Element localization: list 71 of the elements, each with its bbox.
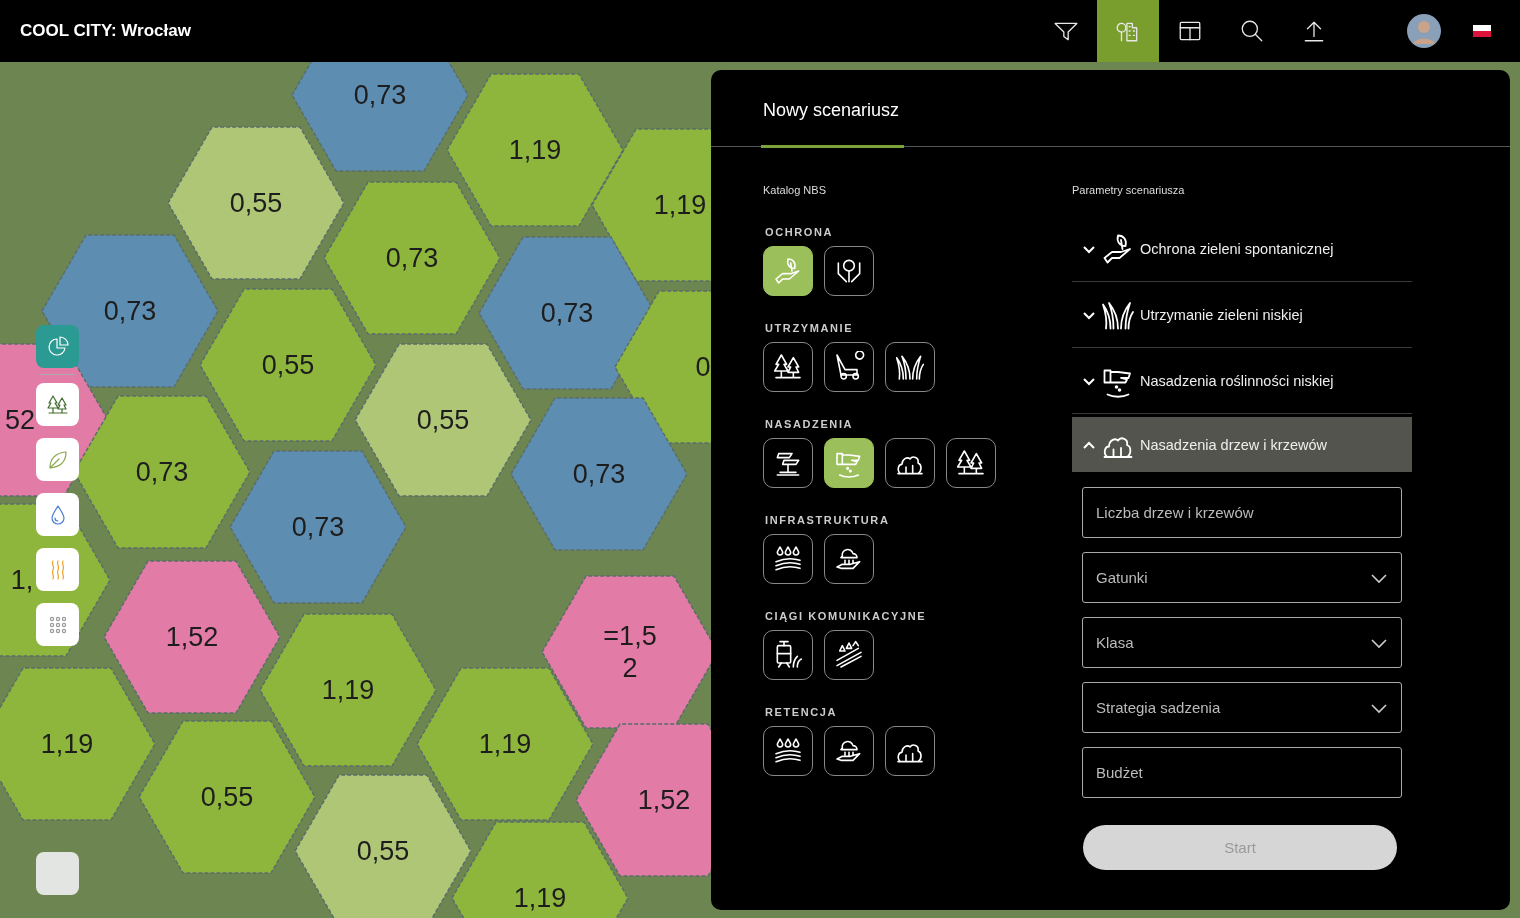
search-icon [1239, 18, 1265, 44]
dropdown-field[interactable]: Gatunki [1082, 552, 1402, 603]
hex-value: 0,73 [291, 510, 345, 544]
hex-value: 0,55 [200, 780, 254, 814]
user-avatar[interactable] [1407, 14, 1441, 48]
hex-value: 1,19 [653, 188, 707, 222]
layer-button[interactable] [36, 383, 79, 426]
layer-button[interactable] [36, 493, 79, 536]
app-title: COOL CITY: Wrocław [20, 21, 191, 41]
hex-value: 0,73 [103, 294, 157, 328]
hex-value: 0,73 [572, 457, 626, 491]
nbs-option-button[interactable] [763, 534, 813, 584]
hex-value: 1,52 [637, 783, 691, 817]
layer-button[interactable] [36, 438, 79, 481]
nbs-option-button[interactable] [885, 726, 935, 776]
scenario-tab[interactable]: Nowy scenariusz [761, 100, 904, 148]
hex-value: 0,73 [353, 78, 407, 112]
accordion-header[interactable]: Ochrona zieleni spontanicznej [1072, 216, 1412, 282]
nbs-option-button[interactable] [763, 342, 813, 392]
nbs-option-button[interactable] [763, 630, 813, 680]
nbs-option-button[interactable] [824, 438, 874, 488]
hex-value: =1,5 2 [603, 619, 657, 685]
dropdown-field[interactable]: Strategia sadzenia [1082, 682, 1402, 733]
nbs-option-button[interactable] [763, 246, 813, 296]
nbs-option-button[interactable] [763, 438, 813, 488]
nbs-option-button[interactable] [885, 438, 935, 488]
hex-value: 0,55 [356, 834, 410, 868]
hex-value: 0,55 [261, 348, 315, 382]
hex-value: 1,19 [321, 673, 375, 707]
accordion-header[interactable]: Utrzymanie zieleni niskiej [1072, 282, 1412, 348]
hex-value: 0,73 [135, 455, 189, 489]
category-heading: NASADZENIA [765, 418, 855, 430]
accordion-header[interactable]: Nasadzenia roślinności niskiej [1072, 348, 1412, 414]
nbs-option-button[interactable] [824, 726, 874, 776]
pie-chart-icon [45, 334, 70, 359]
layer-button[interactable] [36, 325, 79, 368]
hex-value: 1, [10, 563, 34, 597]
nbs-option-button[interactable] [946, 438, 996, 488]
category-heading: RETENCJA [765, 706, 839, 718]
category-heading: CIĄGI KOMUNIKACYJNE [765, 610, 928, 622]
catalog-title: Katalog NBS [763, 184, 827, 196]
flag-icon[interactable] [1473, 25, 1491, 37]
category-heading: UTRZYMANIE [765, 322, 855, 334]
hex-value: 1,19 [478, 727, 532, 761]
nbs-option-button[interactable] [824, 246, 874, 296]
nbs-option-button[interactable] [763, 726, 813, 776]
nbs-option-button[interactable] [824, 342, 874, 392]
category-heading: INFRASTRUKTURA [765, 514, 891, 526]
hex-value: 1,19 [40, 727, 94, 761]
basemap-thumbnail-button[interactable] [36, 852, 79, 895]
hex-value: 0,55 [229, 186, 283, 220]
parameters-title: Parametry scenariusza [1072, 184, 1186, 196]
hex-value: 1,19 [508, 133, 562, 167]
nbs-option-button[interactable] [824, 534, 874, 584]
hex-value: 52 [5, 403, 35, 437]
category-heading: OCHRONA [765, 226, 835, 238]
dropdown-field[interactable]: Klasa [1082, 617, 1402, 668]
road-trees-icon [833, 639, 865, 671]
accordion-header[interactable]: Nasadzenia drzew i krzewów [1072, 417, 1412, 472]
hex-value: 1,52 [165, 620, 219, 654]
nbs-option-button[interactable] [885, 342, 935, 392]
hex-value: 0,55 [416, 403, 470, 437]
lawn-mower-icon [833, 351, 865, 383]
hex-value: 0,73 [385, 241, 439, 275]
input-field[interactable]: Liczba drzew i krzewów [1082, 487, 1402, 538]
nbs-option-button[interactable] [824, 630, 874, 680]
hex-value: 0,73 [540, 296, 594, 330]
hex-value: 0 [695, 350, 711, 384]
input-field[interactable]: Budżet [1082, 747, 1402, 798]
hex-value: 1,19 [513, 881, 567, 915]
layer-button[interactable] [36, 603, 79, 646]
